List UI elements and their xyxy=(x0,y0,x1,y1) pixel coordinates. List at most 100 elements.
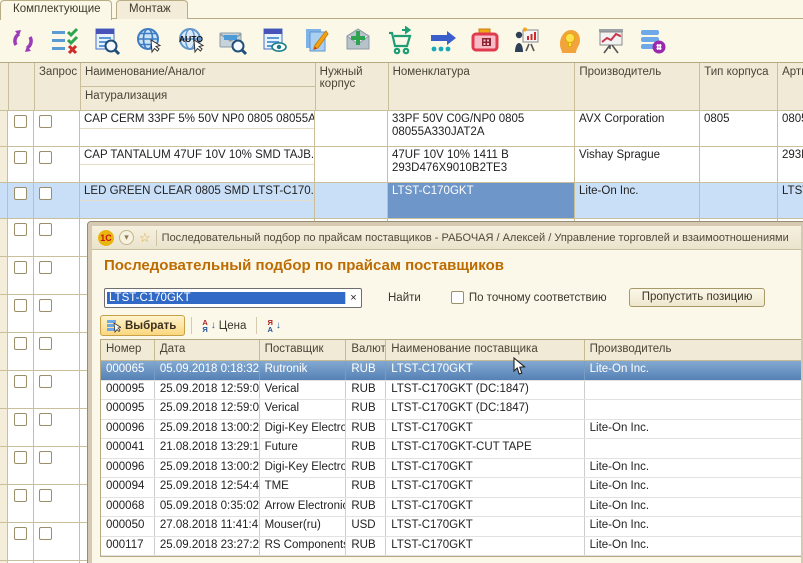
exact-match-checkbox[interactable] xyxy=(451,291,464,304)
idea-icon[interactable] xyxy=(552,24,585,57)
component-name: CAP TANTALUM 47UF 10V 10% SMD TAJB... xyxy=(80,147,314,164)
price-row[interactable]: 000096 25.09.2018 13:00:25 Digi-Key Elec… xyxy=(101,420,803,440)
list-search-icon[interactable] xyxy=(90,24,123,57)
database-icon[interactable] xyxy=(636,24,669,57)
price-row[interactable]: 000117 25.09.2018 23:27:25 RS Components… xyxy=(101,537,803,557)
list-eye-icon[interactable] xyxy=(258,24,291,57)
request-checkbox[interactable] xyxy=(39,115,52,128)
search-input[interactable]: LTST-C170GKT × xyxy=(104,288,362,308)
price-row[interactable]: 000096 25.09.2018 13:00:25 Digi-Key Elec… xyxy=(101,459,803,479)
manufacturer-value: Lite-On Inc. xyxy=(575,183,700,219)
request-checkbox[interactable] xyxy=(39,451,52,464)
nomenclature-column-header[interactable]: Номенклатура xyxy=(389,63,576,111)
naturalization-value xyxy=(80,128,314,146)
price-list-table: Номер Дата Поставщик Валюта Наименование… xyxy=(100,339,803,557)
article-value: 293D xyxy=(778,147,803,183)
price-row-selected[interactable]: 000065 05.09.2018 0:18:32 Rutronik RUB L… xyxy=(101,361,803,381)
cash-register-icon[interactable] xyxy=(468,24,501,57)
row-checkbox[interactable] xyxy=(14,527,27,540)
select-button[interactable]: Выбрать xyxy=(100,315,185,336)
row-checkbox[interactable] xyxy=(14,223,27,236)
price-row[interactable]: 000095 25.09.2018 12:59:03 Verical RUB L… xyxy=(101,381,803,401)
request-checkbox[interactable] xyxy=(39,413,52,426)
board-chart-icon[interactable] xyxy=(594,24,627,57)
request-checkbox[interactable] xyxy=(39,187,52,200)
number-column-header[interactable]: Номер xyxy=(101,340,155,361)
price-row[interactable]: 000094 25.09.2018 12:54:43 TME RUB LTST-… xyxy=(101,478,803,498)
sort-za-button[interactable]: ЯА ↓ xyxy=(263,318,284,334)
row-checkbox[interactable] xyxy=(14,299,27,312)
request-checkbox[interactable] xyxy=(39,489,52,502)
sort-by-price-button[interactable]: АЯ ↓ Цена xyxy=(198,318,250,334)
manufacturer-value: Vishay Sprague xyxy=(575,147,700,183)
toolbar-divider xyxy=(256,317,257,334)
supplier-name-column-header[interactable]: Наименование поставщика xyxy=(386,340,584,361)
name-analog-column-header[interactable]: Наименование/Аналог Натурализация xyxy=(81,63,316,111)
row-checkbox[interactable] xyxy=(14,337,27,350)
globe-auto-icon[interactable]: AUTO xyxy=(174,24,207,57)
sort-az-icon: АЯ xyxy=(202,319,207,333)
window-menu-button[interactable]: ▾ xyxy=(119,230,134,245)
date-column-header[interactable]: Дата xyxy=(155,340,260,361)
mail-search-icon[interactable] xyxy=(216,24,249,57)
route-icon[interactable] xyxy=(426,24,459,57)
cart-icon[interactable] xyxy=(384,24,417,57)
row-checkbox[interactable] xyxy=(14,151,27,164)
article-column-header[interactable]: Артикул xyxy=(778,63,803,111)
checkbox-column-header xyxy=(9,63,35,111)
request-checkbox[interactable] xyxy=(39,337,52,350)
tab-components[interactable]: Комплектующие xyxy=(0,0,112,20)
needed-package-value xyxy=(315,111,388,147)
needed-package-value xyxy=(315,147,388,183)
price-row[interactable]: 000041 21.08.2018 13:29:17 Future RUB LT… xyxy=(101,439,803,459)
presentation-icon[interactable] xyxy=(510,24,543,57)
dialog-title-bar[interactable]: 1С ▾ ☆ Последовательный подбор по прайса… xyxy=(92,226,801,250)
request-checkbox[interactable] xyxy=(39,527,52,540)
favorite-star-icon[interactable]: ☆ xyxy=(139,230,151,245)
dialog-heading: Последовательный подбор по прайсам поста… xyxy=(104,257,801,274)
clear-search-icon[interactable]: × xyxy=(345,292,361,304)
mail-add-icon[interactable] xyxy=(342,24,375,57)
note-edit-icon[interactable] xyxy=(300,24,333,57)
row-checkbox[interactable] xyxy=(14,413,27,426)
globe-cursor-icon[interactable] xyxy=(132,24,165,57)
request-checkbox[interactable] xyxy=(39,299,52,312)
exact-match-option[interactable]: По точному соответствию xyxy=(451,291,607,304)
1c-logo-icon: 1С xyxy=(98,230,114,246)
row-checkbox[interactable] xyxy=(14,489,27,502)
refresh-icon[interactable] xyxy=(6,24,39,57)
price-row[interactable]: 000050 27.08.2018 11:41:41 Mouser(ru) US… xyxy=(101,517,803,537)
price-row[interactable]: 000095 25.09.2018 12:59:03 Verical RUB L… xyxy=(101,400,803,420)
row-checkbox[interactable] xyxy=(14,451,27,464)
currency-column-header[interactable]: Валюта xyxy=(346,340,386,361)
row-checkbox[interactable] xyxy=(14,115,27,128)
package-type-value xyxy=(700,147,778,183)
dialog-toolbar: Выбрать АЯ ↓ Цена ЯА ↓ xyxy=(100,314,285,337)
table-row-selected[interactable]: LED GREEN CLEAR 0805 SMD LTST-C170... LT… xyxy=(0,183,803,219)
package-type-column-header[interactable]: Тип корпуса xyxy=(700,63,778,111)
request-column-header[interactable]: Запрос xyxy=(35,63,81,111)
row-checkbox[interactable] xyxy=(14,187,27,200)
package-type-value xyxy=(700,183,778,219)
row-checkbox[interactable] xyxy=(14,375,27,388)
manufacturer-column-header[interactable]: Производитель xyxy=(585,340,803,361)
table-row[interactable]: CAP CERM 33PF 5% 50V NP0 0805 08055A... … xyxy=(0,111,803,147)
tab-montage[interactable]: Монтаж xyxy=(116,0,188,19)
table-row[interactable]: CAP TANTALUM 47UF 10V 10% SMD TAJB... 47… xyxy=(0,147,803,183)
row-selector-header xyxy=(0,63,9,111)
checklist-icon[interactable] xyxy=(48,24,81,57)
components-table-header: Запрос Наименование/Аналог Натурализация… xyxy=(0,63,803,111)
price-row[interactable]: 000068 05.09.2018 0:35:02 Arrow Electron… xyxy=(101,498,803,518)
svg-text:AUTO: AUTO xyxy=(179,34,203,44)
request-checkbox[interactable] xyxy=(39,151,52,164)
needed-package-column-header[interactable]: Нужный корпус xyxy=(316,63,389,111)
nomenclature-value: 33PF 50V C0G/NP0 0805 08055A330JAT2A xyxy=(388,111,575,147)
request-checkbox[interactable] xyxy=(39,223,52,236)
supplier-column-header[interactable]: Поставщик xyxy=(260,340,347,361)
skip-position-button[interactable]: Пропустить позицию xyxy=(629,288,766,307)
request-checkbox[interactable] xyxy=(39,261,52,274)
manufacturer-column-header[interactable]: Производитель xyxy=(575,63,700,111)
row-checkbox[interactable] xyxy=(14,261,27,274)
request-checkbox[interactable] xyxy=(39,375,52,388)
price-selection-dialog: 1С ▾ ☆ Последовательный подбор по прайса… xyxy=(88,222,803,563)
